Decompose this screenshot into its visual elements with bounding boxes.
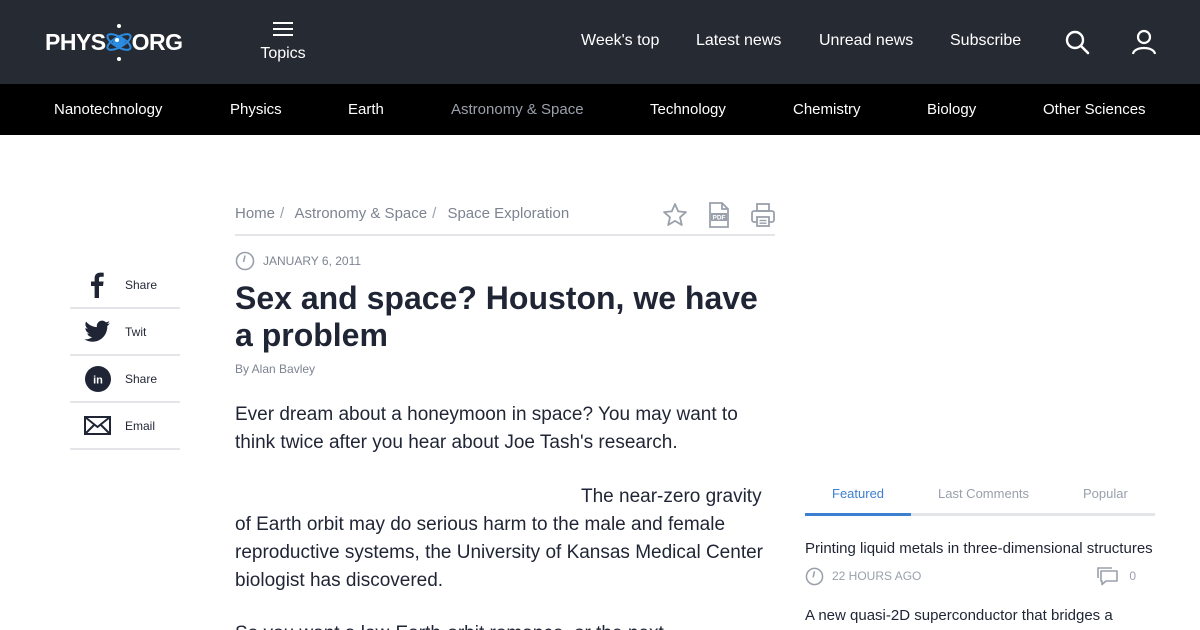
comments-icon xyxy=(1097,566,1119,585)
featured-item-meta: 22 HOURS AGO 0 xyxy=(805,566,1155,586)
email-icon xyxy=(84,412,111,439)
share-email-label: Email xyxy=(125,418,156,433)
category-earth[interactable]: Earth xyxy=(348,101,384,118)
site-header: PHYS ORG Topics Week's top Latest news U… xyxy=(0,0,1200,84)
menu-icon xyxy=(273,22,293,36)
category-other-sciences[interactable]: Other Sciences xyxy=(1043,101,1146,118)
tab-popular[interactable]: Popular xyxy=(1083,486,1128,501)
breadcrumb-space-exploration[interactable]: Space Exploration xyxy=(447,205,569,222)
breadcrumb-astronomy-space[interactable]: Astronomy & Space xyxy=(295,205,428,222)
breadcrumb-home[interactable]: Home xyxy=(235,205,275,222)
comments-count[interactable]: 0 xyxy=(1097,566,1136,586)
category-nanotechnology[interactable]: Nanotechnology xyxy=(54,101,162,118)
breadcrumb: Home / Astronomy & Space / Space Explorati… xyxy=(235,205,569,222)
user-icon[interactable] xyxy=(1130,28,1158,56)
linkedin-icon: in xyxy=(84,365,111,392)
share-twitter-button[interactable]: Twit xyxy=(70,309,180,356)
share-linkedin-button[interactable]: in Share xyxy=(70,356,180,403)
tab-last-comments[interactable]: Last Comments xyxy=(938,486,1029,501)
site-logo[interactable]: PHYS ORG xyxy=(45,22,183,62)
bookmark-star-icon[interactable] xyxy=(662,202,688,230)
clock-icon xyxy=(235,251,255,271)
category-biology[interactable]: Biology xyxy=(927,101,976,118)
breadcrumb-separator: / xyxy=(280,205,285,222)
nav-weeks-top[interactable]: Week's top xyxy=(581,32,659,50)
category-physics[interactable]: Physics xyxy=(230,101,282,118)
article-paragraph: So you want a low-Earth-orbit romance, o… xyxy=(235,620,775,630)
print-icon[interactable] xyxy=(750,202,776,230)
category-technology[interactable]: Technology xyxy=(650,101,726,118)
article-paragraph: The near-zero gravity of Earth orbit may… xyxy=(235,486,763,591)
logo-text-right: ORG xyxy=(131,28,183,55)
breadcrumb-separator: / xyxy=(432,205,437,222)
nav-unread-news[interactable]: Unread news xyxy=(819,32,913,50)
comments-count-text: 0 xyxy=(1129,569,1136,583)
svg-text:in: in xyxy=(93,374,103,386)
share-panel: Share Twit in Share Email xyxy=(70,262,180,450)
share-linkedin-label: Share xyxy=(125,371,158,386)
topics-label: Topics xyxy=(260,45,306,62)
pdf-icon[interactable]: PDF xyxy=(708,202,730,230)
article-byline: By Alan Bavley xyxy=(235,362,316,376)
twitter-icon xyxy=(84,318,111,345)
article-title: Sex and space? Houston, we have a proble… xyxy=(235,280,758,353)
topics-menu-button[interactable]: Topics xyxy=(255,18,311,63)
nav-latest-news[interactable]: Latest news xyxy=(696,32,781,50)
search-icon[interactable] xyxy=(1063,28,1091,56)
category-chemistry[interactable]: Chemistry xyxy=(793,101,861,118)
article-date: JANUARY 6, 2011 xyxy=(235,251,361,271)
facebook-icon xyxy=(84,271,111,298)
category-astronomy-space[interactable]: Astronomy & Space xyxy=(451,101,584,118)
clock-icon xyxy=(805,567,824,586)
featured-item-title[interactable]: Printing liquid metals in three-dimensio… xyxy=(805,540,1157,557)
featured-item-title[interactable]: A new quasi-2D superconductor that bridg… xyxy=(805,607,1157,624)
active-tab-indicator xyxy=(805,513,911,516)
featured-item-time: 22 HOURS AGO xyxy=(832,569,922,583)
article-lead: Ever dream about a honeymoon in space? Y… xyxy=(235,404,738,453)
nav-subscribe[interactable]: Subscribe xyxy=(950,32,1021,50)
share-twitter-label: Twit xyxy=(125,324,147,339)
logo-text-left: PHYS xyxy=(45,28,106,55)
breadcrumb-divider xyxy=(235,234,775,236)
share-facebook-button[interactable]: Share xyxy=(70,262,180,309)
category-nav: Nanotechnology Physics Earth Astronomy &… xyxy=(0,84,1200,135)
tab-featured[interactable]: Featured xyxy=(832,486,884,501)
sidebar-tabs: Featured Last Comments Popular xyxy=(805,478,1155,516)
svg-text:PDF: PDF xyxy=(713,215,726,222)
atom-logo-icon xyxy=(104,22,134,62)
share-facebook-label: Share xyxy=(125,277,158,292)
article-date-text: JANUARY 6, 2011 xyxy=(263,254,362,268)
share-email-button[interactable]: Email xyxy=(70,403,180,450)
